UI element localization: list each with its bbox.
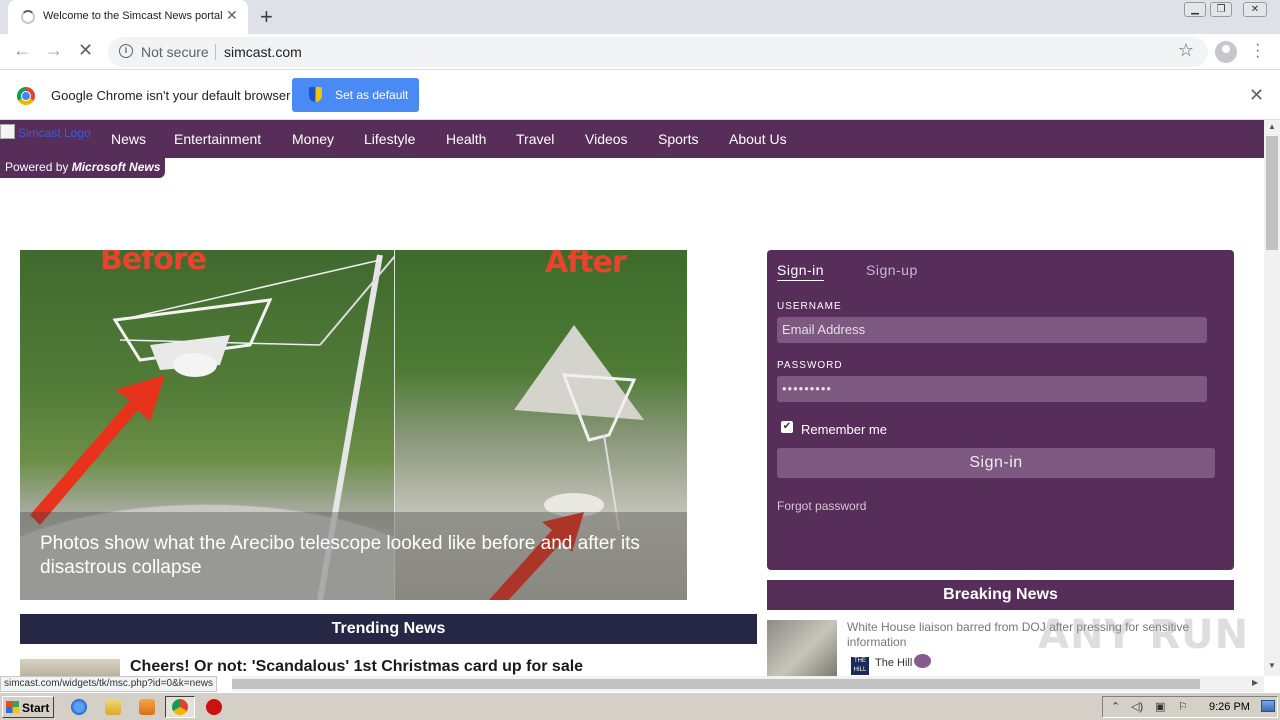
forward-arrow-icon[interactable]: → (45, 40, 63, 61)
nav-sports[interactable]: Sports (658, 131, 698, 147)
address-bar[interactable]: i Not secure simcast.com ☆ (108, 37, 1208, 67)
close-infobar-icon[interactable]: ✕ (1249, 85, 1264, 106)
tab-title: Welcome to the Simcast News portal (43, 10, 223, 22)
nav-videos[interactable]: Videos (585, 131, 628, 147)
horizontal-scrollbar[interactable]: ▶ (232, 676, 1264, 692)
username-label: USERNAME (777, 301, 842, 312)
action-center-flag-icon[interactable]: ⚐ (1178, 700, 1190, 713)
stop-shield-icon[interactable] (206, 699, 222, 715)
simcast-logo[interactable]: Simcast Logo (0, 124, 91, 140)
breaking-news-header: Breaking News (767, 580, 1234, 610)
forgot-password-link[interactable]: Forgot password (777, 499, 866, 513)
bookmark-star-icon[interactable]: ☆ (1178, 40, 1194, 61)
back-arrow-icon[interactable]: ← (13, 40, 31, 61)
hero-caption-overlay: Photos show what the Arecibo telescope l… (20, 512, 687, 600)
security-label[interactable]: Not secure (141, 44, 209, 60)
powered-brand: Microsoft News (71, 160, 161, 174)
signin-button[interactable]: Sign-in (777, 448, 1215, 478)
nav-money[interactable]: Money (292, 131, 334, 147)
close-tab-icon[interactable]: ✕ (226, 7, 238, 24)
browser-toolbar: ← → ✕ i Not secure simcast.com ☆ · · · (0, 34, 1280, 70)
start-label: Start (22, 701, 50, 715)
file-explorer-icon[interactable] (105, 699, 121, 715)
remember-me-checkbox[interactable]: ✔ (781, 421, 793, 433)
scroll-up-arrow-icon[interactable]: ▲ (1268, 122, 1276, 131)
trending-thumbnail[interactable] (20, 659, 120, 676)
loading-spinner-icon (21, 10, 35, 24)
chrome-taskbar-button[interactable] (165, 696, 195, 718)
nav-entertainment[interactable]: Entertainment (174, 131, 261, 147)
stop-loading-icon[interactable]: ✕ (78, 40, 93, 61)
chrome-taskbar-icon (172, 699, 188, 715)
password-input[interactable]: ••••••••• (777, 376, 1207, 402)
chrome-logo-icon (17, 87, 35, 105)
info-icon[interactable]: i (119, 44, 133, 58)
internet-explorer-icon[interactable] (71, 699, 87, 715)
nav-health[interactable]: Health (446, 131, 486, 147)
windows-flag-icon (6, 701, 19, 713)
minimize-window-button[interactable]: ▁ (1184, 2, 1206, 17)
set-default-button[interactable]: Set as default (292, 78, 419, 112)
hero-caption[interactable]: Photos show what the Arecibo telescope l… (40, 532, 660, 580)
profile-avatar-icon[interactable] (1215, 41, 1237, 63)
scroll-down-arrow-icon[interactable]: ▼ (1268, 661, 1276, 670)
default-browser-infobar: Google Chrome isn't your default browser… (0, 71, 1280, 120)
media-player-icon[interactable] (139, 699, 155, 715)
show-desktop-icon[interactable] (1261, 700, 1275, 712)
the-hill-logo-icon: THE HILL (851, 657, 869, 675)
breaking-thumbnail[interactable] (767, 620, 837, 676)
trending-headline[interactable]: Cheers! Or not: 'Scandalous' 1st Christm… (130, 658, 583, 676)
windows-taskbar: Start ⌃ ◁) ▣ ⚐ 9:26 PM (0, 692, 1280, 720)
close-window-button[interactable]: ✕ (1243, 2, 1267, 17)
omnibox-separator (215, 44, 216, 60)
powered-by-badge: Powered by Microsoft News (0, 158, 166, 178)
restore-window-button[interactable]: ❐ (1210, 2, 1232, 17)
network-icon[interactable]: ▣ (1155, 700, 1167, 713)
tab-strip: Welcome to the Simcast News portal ✕ + ▁… (0, 0, 1280, 34)
system-tray: ⌃ ◁) ▣ ⚐ (1102, 696, 1278, 718)
taskbar-clock[interactable]: 9:26 PM (1209, 701, 1250, 713)
url-text[interactable]: simcast.com (224, 44, 302, 60)
uac-shield-icon (309, 87, 322, 102)
vertical-scrollbar[interactable]: ▲ ▼ (1264, 120, 1280, 676)
site-navbar: Simcast Logo News Entertainment Money Li… (0, 120, 1264, 158)
new-tab-button[interactable]: + (260, 4, 273, 30)
scroll-right-arrow-icon[interactable]: ▶ (1252, 678, 1258, 687)
vertical-scroll-thumb[interactable] (1266, 136, 1278, 250)
nav-about-us[interactable]: About Us (729, 131, 787, 147)
before-label: Before (100, 250, 207, 277)
infobar-message: Google Chrome isn't your default browser (51, 88, 291, 103)
horizontal-scroll-thumb[interactable] (232, 679, 1200, 689)
hero-story[interactable]: Before After Photos show what the Arecib… (20, 250, 687, 600)
username-input[interactable]: Email Address (777, 317, 1207, 343)
breaking-source[interactable]: The Hill (875, 657, 912, 669)
remember-me-label[interactable]: Remember me (801, 422, 887, 437)
set-default-label: Set as default (335, 88, 409, 102)
password-label: PASSWORD (777, 360, 843, 371)
nav-news[interactable]: News (111, 131, 146, 147)
nav-lifestyle[interactable]: Lifestyle (364, 131, 415, 147)
after-label: After (545, 250, 627, 280)
volume-icon[interactable]: ◁) (1131, 700, 1143, 713)
powered-prefix: Powered by (5, 160, 69, 174)
page-viewport: Simcast Logo News Entertainment Money Li… (0, 120, 1264, 676)
status-bar-url: simcast.com/widgets/tk/msc.php?id=0&k=ne… (0, 676, 217, 692)
tab-signup[interactable]: Sign-up (866, 262, 918, 278)
trending-news-header: Trending News (20, 614, 757, 644)
nav-travel[interactable]: Travel (516, 131, 554, 147)
tab-signin[interactable]: Sign-in (777, 262, 825, 281)
tray-expand-icon[interactable]: ⌃ (1111, 700, 1123, 713)
comment-bubble-icon[interactable] (914, 654, 931, 668)
browser-tab[interactable]: Welcome to the Simcast News portal ✕ (8, 0, 248, 34)
chrome-menu-icon[interactable]: · · · (1255, 37, 1260, 65)
signin-panel: Sign-in Sign-up USERNAME Email Address P… (767, 250, 1234, 570)
start-button[interactable]: Start (2, 696, 54, 718)
anyrun-watermark: ANY RUN (1038, 612, 1250, 658)
